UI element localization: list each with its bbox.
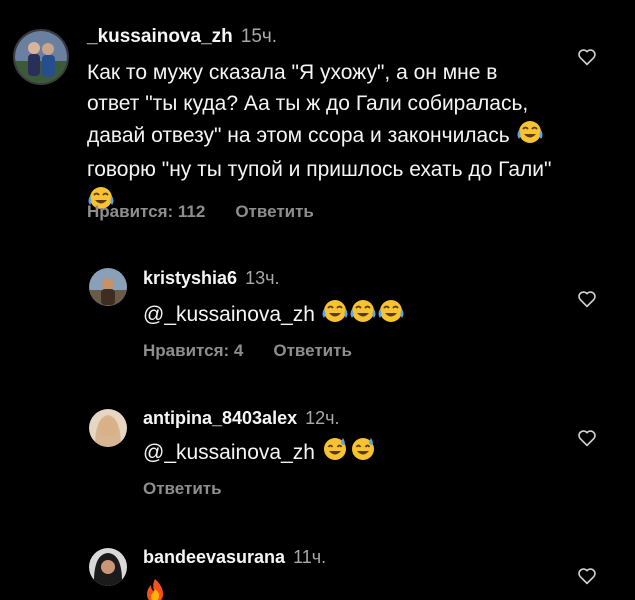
mention-link[interactable]: @_kussainova_zh xyxy=(143,303,315,326)
avatar-photo xyxy=(89,548,127,586)
username[interactable]: _kussainova_zh xyxy=(87,26,233,48)
comment-4: bandeevasurana 11ч. xyxy=(0,538,635,600)
sweat-smile-emoji xyxy=(349,436,377,471)
timestamp: 15ч. xyxy=(240,26,278,47)
joy-emoji xyxy=(349,298,377,333)
comment-text: @_kussainova_zh xyxy=(143,298,405,333)
joy-emoji xyxy=(516,119,544,154)
reply-button[interactable]: Ответить xyxy=(273,341,352,361)
comment-text-body: Как то мужу сказала "Я ухожу", а он мне … xyxy=(87,61,529,148)
comment-actions: Ответить xyxy=(143,479,222,499)
mention-link[interactable]: @_kussainova_zh xyxy=(143,441,315,464)
comment-header: bandeevasurana 11ч. xyxy=(143,547,326,568)
avatar-photo xyxy=(15,31,67,83)
heart-icon[interactable] xyxy=(577,567,597,585)
avatar[interactable] xyxy=(89,268,127,306)
sweat-smile-emoji xyxy=(321,436,349,471)
timestamp: 12ч. xyxy=(305,408,340,428)
comment-text: Как то мужу сказала "Я ухожу", а он мне … xyxy=(87,57,552,220)
avatar-photo xyxy=(89,268,127,306)
heart-icon[interactable] xyxy=(577,48,597,66)
timestamp: 13ч. xyxy=(245,268,280,288)
comment-text xyxy=(143,578,167,600)
avatar[interactable] xyxy=(13,29,69,85)
reply-button[interactable]: Ответить xyxy=(235,202,314,222)
comment-text-tail: говорю "ну ты тупой и пришлось ехать до … xyxy=(87,158,552,181)
likes-count[interactable]: Нравится: 112 xyxy=(87,202,205,222)
heart-icon[interactable] xyxy=(577,429,597,447)
comment-3: antipina_8403alex 12ч. @_kussainova_zh О… xyxy=(0,398,635,508)
reply-button[interactable]: Ответить xyxy=(143,479,222,499)
timestamp: 11ч. xyxy=(293,547,327,567)
comment-actions: Нравится: 112 Ответить xyxy=(87,202,314,222)
likes-count[interactable]: Нравится: 4 xyxy=(143,341,243,361)
avatar[interactable] xyxy=(89,548,127,586)
comment-header: kristyshia6 13ч. xyxy=(143,268,279,289)
joy-emoji xyxy=(321,298,349,333)
comment-2: kristyshia6 13ч. @_kussainova_zh Нравитс… xyxy=(0,258,635,368)
heart-icon[interactable] xyxy=(577,290,597,308)
comment-header: antipina_8403alex 12ч. xyxy=(143,408,340,429)
comment-text: @_kussainova_zh xyxy=(143,436,377,471)
comment-header: _kussainova_zh 15ч. xyxy=(87,26,277,48)
joy-emoji xyxy=(377,298,405,333)
fire-emoji xyxy=(143,578,167,600)
comment-actions: Нравится: 4 Ответить xyxy=(143,341,352,361)
avatar-photo xyxy=(89,409,127,447)
comment-1: _kussainova_zh 15ч. Как то мужу сказала … xyxy=(0,0,635,240)
username[interactable]: antipina_8403alex xyxy=(143,408,297,429)
username[interactable]: kristyshia6 xyxy=(143,268,237,289)
avatar[interactable] xyxy=(89,409,127,447)
username[interactable]: bandeevasurana xyxy=(143,547,285,568)
